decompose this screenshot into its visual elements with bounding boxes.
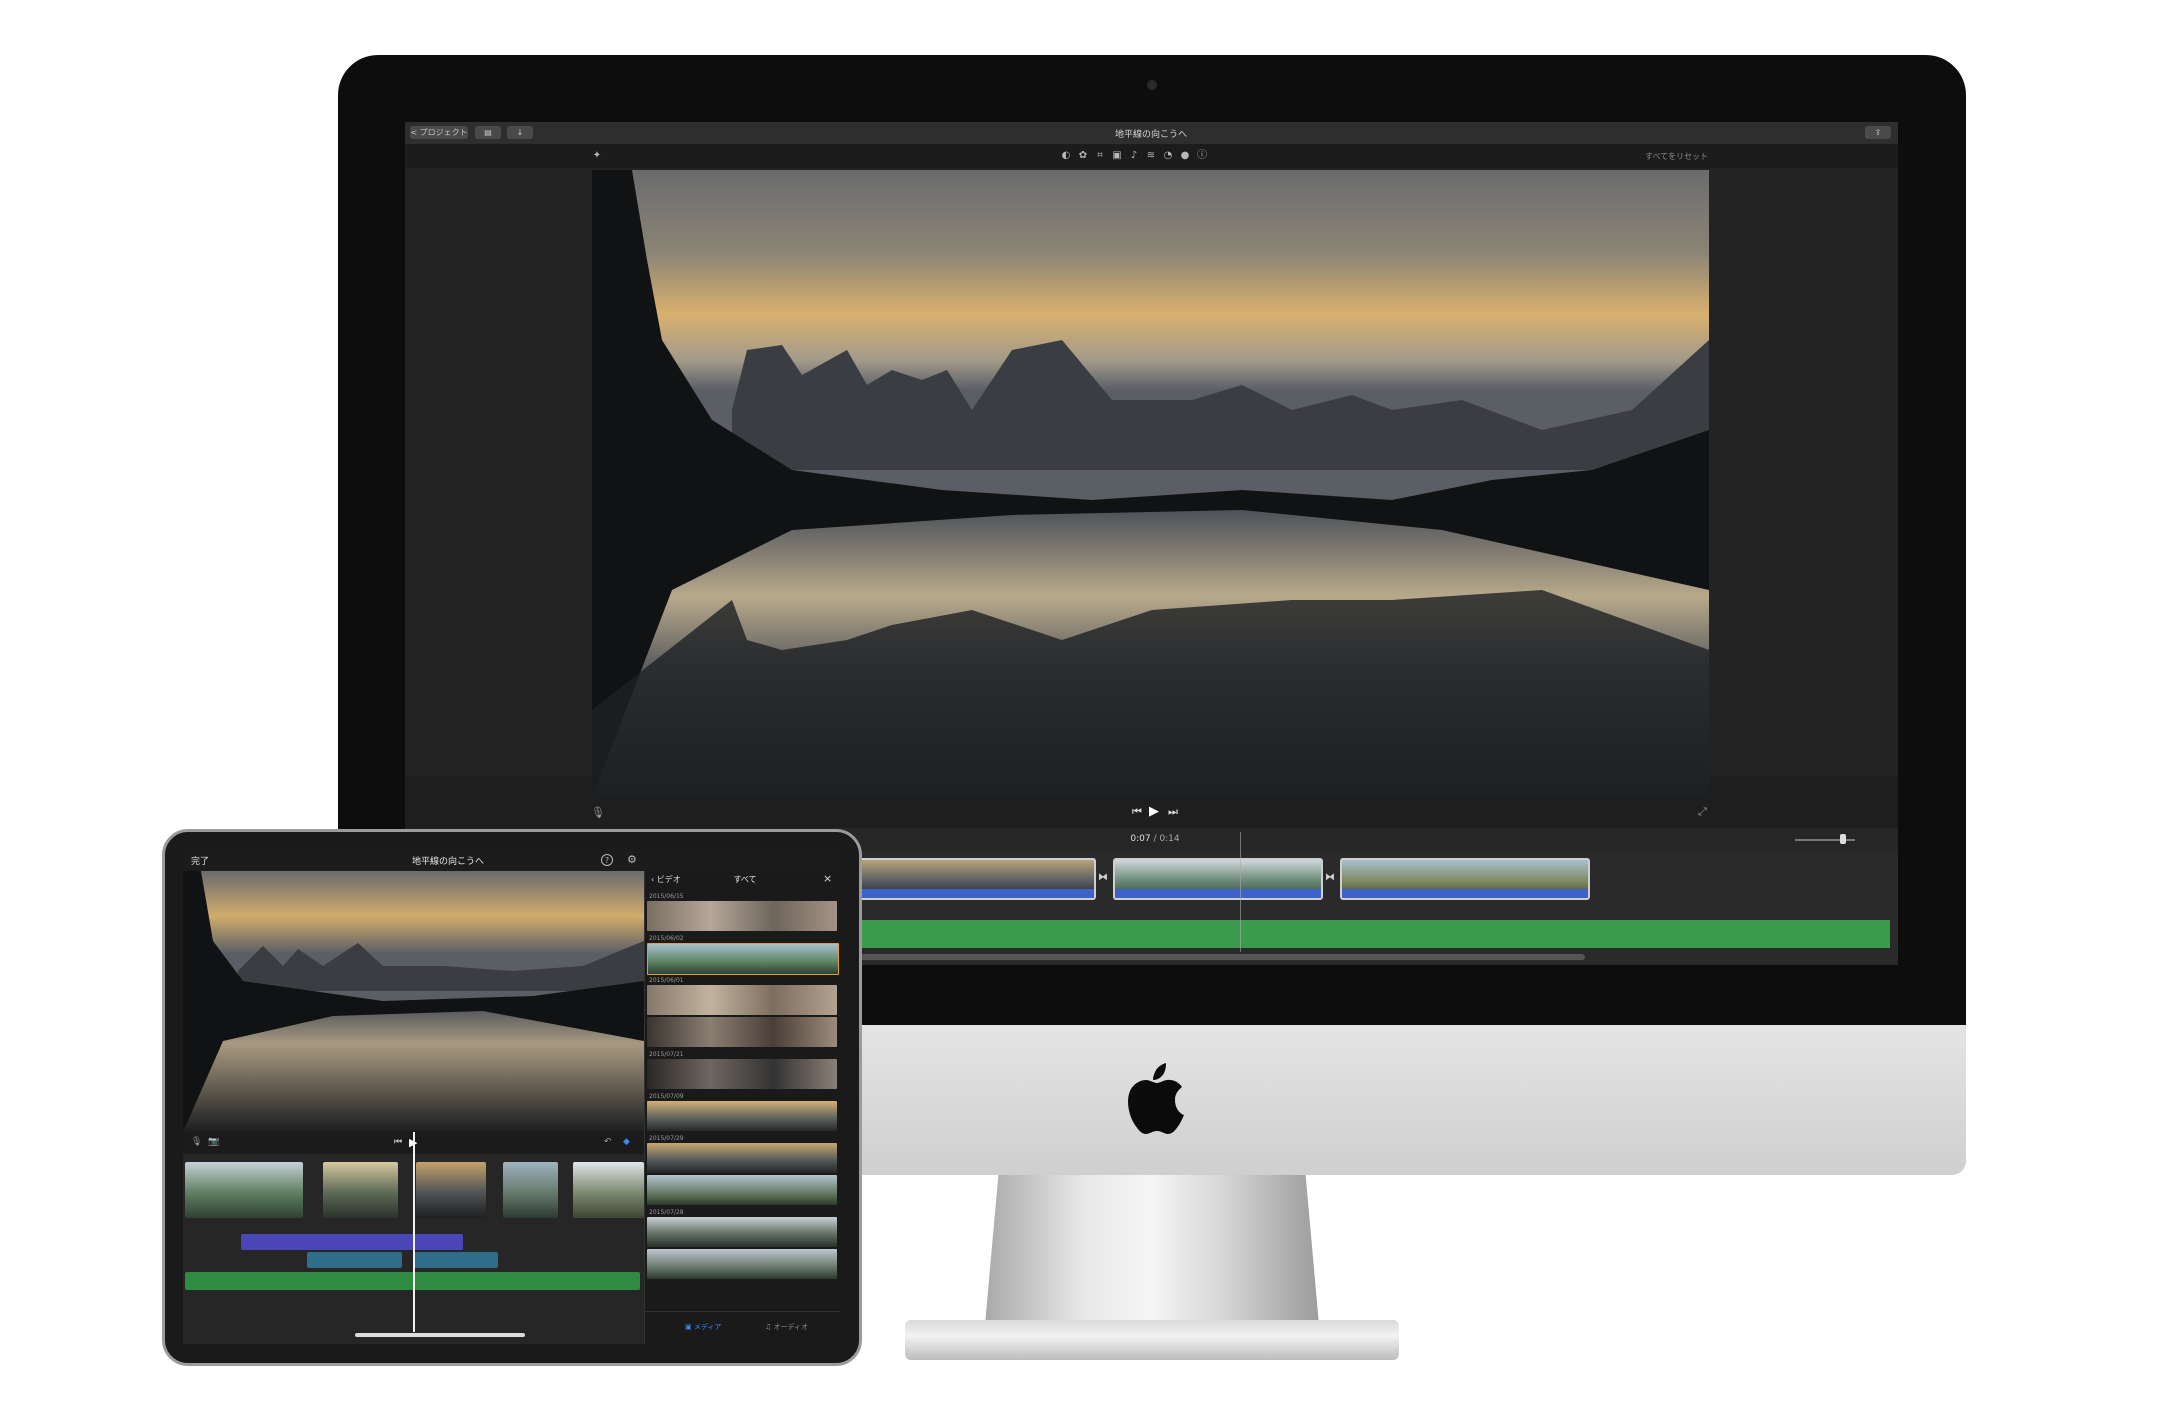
timeline-clip[interactable]: [848, 858, 1096, 900]
ipad-camera-icon[interactable]: 📷: [208, 1137, 219, 1147]
media-thumbnail-row[interactable]: [647, 1175, 837, 1205]
browser-tab-bar: ▣ メディア ♫ オーディオ: [645, 1311, 840, 1344]
done-button[interactable]: 完了: [191, 854, 209, 867]
ipad-timeline-clip[interactable]: [185, 1162, 303, 1218]
media-thumbnail-row[interactable]: [647, 1017, 837, 1047]
imac-camera: [1147, 80, 1157, 90]
media-tab-icon: ▣: [685, 1323, 692, 1331]
voiceover-track[interactable]: [241, 1234, 463, 1250]
ipad-top-bar: 完了 地平線の向こうへ ? ⚙: [183, 849, 840, 871]
transition-icon[interactable]: ⧓: [1098, 872, 1108, 883]
play-icon[interactable]: ▶: [1149, 804, 1159, 819]
browser-all-label: すべて: [733, 875, 757, 884]
noise-reduction-icon[interactable]: ≋: [1145, 150, 1157, 162]
media-browser: ‹ ビデオ すべて × 2015/06/15 2015/06/02 2015/0…: [644, 871, 840, 1344]
date-header: 2015/07/21: [649, 1051, 684, 1058]
tab-media-label: メディア: [693, 1323, 722, 1331]
crop-icon[interactable]: ⌗: [1094, 150, 1106, 162]
ipad-skip-back-icon[interactable]: ⏮: [394, 1137, 402, 1147]
imovie-ipad-screen: 完了 地平線の向こうへ ? ⚙ 🎙 📷 ⏮ ▶ ↶ ◆: [183, 849, 840, 1344]
tab-audio[interactable]: ♫ オーディオ: [765, 1322, 808, 1332]
viewer-video-frame: [592, 170, 1709, 798]
tab-media[interactable]: ▣ メディア: [685, 1322, 721, 1332]
timecode-total: 0:14: [1159, 834, 1180, 844]
ipad-mic-icon[interactable]: 🎙: [191, 1137, 202, 1147]
music-note-icon: ♫: [765, 1323, 772, 1331]
date-header: 2015/06/15: [649, 893, 684, 900]
fullscreen-icon[interactable]: ⤢: [1698, 805, 1707, 819]
color-correction-icon[interactable]: ✿: [1077, 150, 1089, 162]
transition-icon[interactable]: ⧓: [1325, 872, 1335, 883]
timeline-clip[interactable]: [1113, 858, 1323, 900]
playhead[interactable]: [1240, 832, 1241, 952]
voiceover-mic-icon[interactable]: 🎙: [591, 806, 605, 819]
reset-all-button[interactable]: すべてをリセット: [1645, 151, 1708, 162]
skip-forward-icon[interactable]: ⏭: [1168, 805, 1178, 819]
date-header: 2015/07/09: [649, 1093, 684, 1100]
ipad-timeline-clip[interactable]: [323, 1162, 398, 1218]
ipad-timeline-clip[interactable]: [573, 1162, 644, 1218]
ipad-adjust-icon[interactable]: ◆: [623, 1137, 630, 1147]
project-title: 地平線の向こうへ: [1114, 130, 1187, 140]
media-browser-toggle-icon[interactable]: ▤: [475, 126, 501, 139]
timecode-display: 0:07 / 0:14: [1105, 834, 1205, 844]
media-thumbnail-row[interactable]: [647, 901, 837, 931]
timecode-current: 0:07: [1130, 834, 1151, 844]
ipad-timeline-clip[interactable]: [416, 1162, 486, 1218]
adjustments-bar: ✦ ◐ ✿ ⌗ ▣ ♪ ≋ ◔ ● ⓘ すべてをリセット: [405, 144, 1898, 168]
volume-icon[interactable]: ♪: [1128, 150, 1140, 162]
share-icon[interactable]: ⇪: [1865, 126, 1891, 139]
imac-foot: [905, 1320, 1399, 1360]
media-thumbnail-row[interactable]: [647, 1249, 837, 1279]
apple-logo-icon: [1128, 1063, 1184, 1134]
ipad-timeline-clip[interactable]: [503, 1162, 558, 1218]
home-indicator: [355, 1333, 525, 1337]
ipad-playhead[interactable]: [413, 1132, 415, 1332]
filter-icon[interactable]: ●: [1179, 150, 1191, 162]
timecode-separator: /: [1153, 834, 1157, 844]
settings-gear-icon[interactable]: ⚙: [627, 853, 637, 866]
titlebar: < プロジェクト ▤ ↓ 地平線の向こうへ ⇪: [405, 122, 1898, 145]
stabilization-icon[interactable]: ▣: [1111, 150, 1123, 162]
media-thumbnail-row[interactable]: [647, 1059, 837, 1089]
info-icon[interactable]: ⓘ: [1196, 150, 1208, 162]
date-header: 2015/07/28: [649, 1209, 684, 1216]
undo-icon[interactable]: ↶: [604, 1137, 612, 1147]
playback-controls: 🎙 ⏮ ▶ ⏭ ⤢: [405, 798, 1898, 828]
projects-button[interactable]: < プロジェクト: [410, 126, 468, 139]
speed-icon[interactable]: ◔: [1162, 150, 1174, 162]
date-header: 2015/06/01: [649, 977, 684, 984]
media-thumbnail-row[interactable]: [647, 1101, 837, 1131]
sound-effect-track[interactable]: [413, 1252, 498, 1268]
tab-audio-label: オーディオ: [773, 1323, 809, 1331]
media-thumbnail-row[interactable]: [647, 1217, 837, 1247]
sound-effect-track[interactable]: [307, 1252, 402, 1268]
media-thumbnail-row[interactable]: [647, 1143, 837, 1173]
color-balance-icon[interactable]: ◐: [1060, 150, 1072, 162]
browser-back-button[interactable]: ‹ ビデオ: [651, 874, 681, 885]
close-icon[interactable]: ×: [823, 872, 832, 885]
skip-back-icon[interactable]: ⏮: [1132, 805, 1142, 819]
imac-stand: [985, 1175, 1319, 1325]
media-thumbnail-row[interactable]: [647, 985, 837, 1015]
date-header: 2015/07/29: [649, 1135, 684, 1142]
browser-back-label: ビデオ: [656, 875, 681, 884]
ipad-viewer-video: [183, 871, 644, 1132]
ipad-timeline: [183, 1132, 644, 1344]
date-header: 2015/06/02: [649, 935, 684, 942]
zoom-slider[interactable]: [1795, 839, 1855, 841]
media-browser-header: ‹ ビデオ すべて ×: [645, 871, 840, 891]
zoom-slider-thumb[interactable]: [1840, 834, 1846, 844]
help-icon[interactable]: ?: [601, 854, 613, 866]
import-icon[interactable]: ↓: [507, 126, 533, 139]
timeline-clip[interactable]: [1340, 858, 1590, 900]
magic-wand-icon[interactable]: ✦: [591, 150, 603, 162]
ipad-project-title: 地平線の向こうへ: [411, 857, 484, 867]
media-thumbnail-row[interactable]: [647, 943, 839, 975]
